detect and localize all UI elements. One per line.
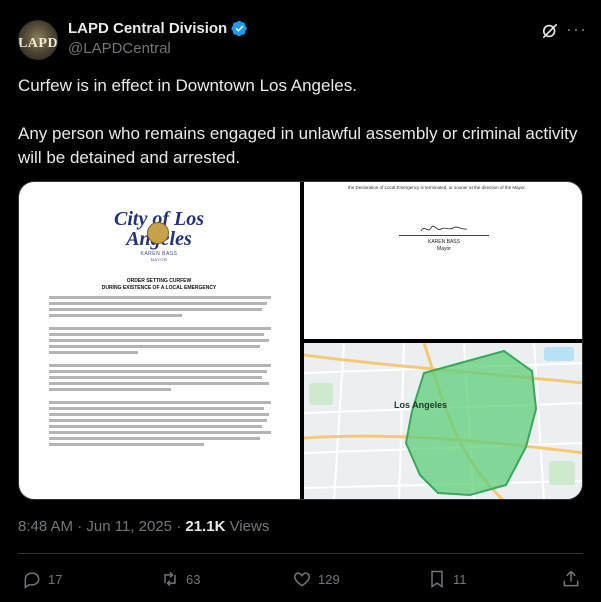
post-text: Curfew is in effect in Downtown Los Ange…: [18, 74, 578, 194]
map-graphic: [304, 343, 582, 499]
post-paragraph: Any person who remains engaged in unlawf…: [18, 124, 578, 167]
post-date[interactable]: Jun 11, 2025: [86, 518, 172, 535]
verified-badge-icon: [231, 20, 247, 37]
map-city-label: Los Angeles: [394, 400, 448, 410]
post: LAPD LAPD Central Division @LAPDCentral …: [0, 0, 601, 602]
divider: [18, 553, 583, 554]
signature-title: Mayor: [437, 246, 451, 252]
views-label: Views: [225, 518, 270, 535]
media-image-signature-page[interactable]: the Declaration of Local Emergency is te…: [304, 182, 582, 339]
doc-heading: ORDER SETTING CURFEW DURING EXISTENCE OF…: [59, 278, 259, 292]
like-count: 129: [318, 571, 340, 587]
views-count: 21.1K: [185, 518, 226, 535]
city-seal-icon: [147, 222, 169, 244]
author-name-text: LAPD Central Division: [68, 20, 228, 37]
reply-button[interactable]: 17: [22, 568, 62, 590]
post-paragraph: Curfew is in effect in Downtown Los Ange…: [18, 76, 357, 95]
bookmark-icon: [431, 570, 443, 588]
meta-separator: ·: [73, 518, 87, 535]
author-handle[interactable]: @LAPDCentral: [68, 40, 171, 57]
post-time[interactable]: 8:48 AM: [18, 518, 73, 535]
share-button[interactable]: [561, 568, 581, 590]
post-meta: 8:48 AM · Jun 11, 2025 · 21.1K Views: [18, 518, 269, 535]
doc-heading-2: DURING EXISTENCE OF A LOCAL EMERGENCY: [101, 285, 217, 291]
media-image-curfew-map[interactable]: Los Angeles: [304, 343, 582, 499]
reply-count: 17: [48, 571, 63, 587]
signature-block: KAREN BASS Mayor: [399, 239, 489, 253]
bookmark-count: 11: [453, 571, 467, 587]
doc-heading-1: ORDER SETTING CURFEW: [126, 278, 192, 284]
heart-icon: [293, 572, 311, 587]
signature-icon: [420, 225, 468, 232]
mayor-title: MAYOR: [150, 257, 168, 262]
share-icon: [563, 570, 579, 587]
signature-name: KAREN BASS: [428, 239, 460, 245]
avatar-text: LAPD: [18, 36, 58, 51]
doc-body-lines: [49, 296, 271, 449]
grok-icon[interactable]: [540, 21, 560, 41]
media-grid: City of Los Angeles KAREN BASS MAYOR ORD…: [18, 181, 583, 500]
meta-separator: ·: [172, 518, 186, 535]
repost-icon: [164, 571, 176, 587]
repost-button[interactable]: 63: [160, 568, 200, 590]
media-image-curfew-order[interactable]: City of Los Angeles KAREN BASS MAYOR ORD…: [19, 182, 300, 499]
repost-count: 63: [186, 571, 201, 587]
page2-text: the Declaration of Local Emergency is te…: [348, 185, 526, 190]
author-name[interactable]: LAPD Central Division: [68, 20, 248, 37]
like-button[interactable]: 129: [292, 568, 340, 590]
reply-icon: [24, 572, 40, 589]
more-options-icon[interactable]: ···: [566, 19, 586, 39]
avatar[interactable]: LAPD: [18, 20, 58, 60]
signature-line: [399, 235, 489, 236]
bookmark-button[interactable]: 11: [427, 568, 467, 590]
